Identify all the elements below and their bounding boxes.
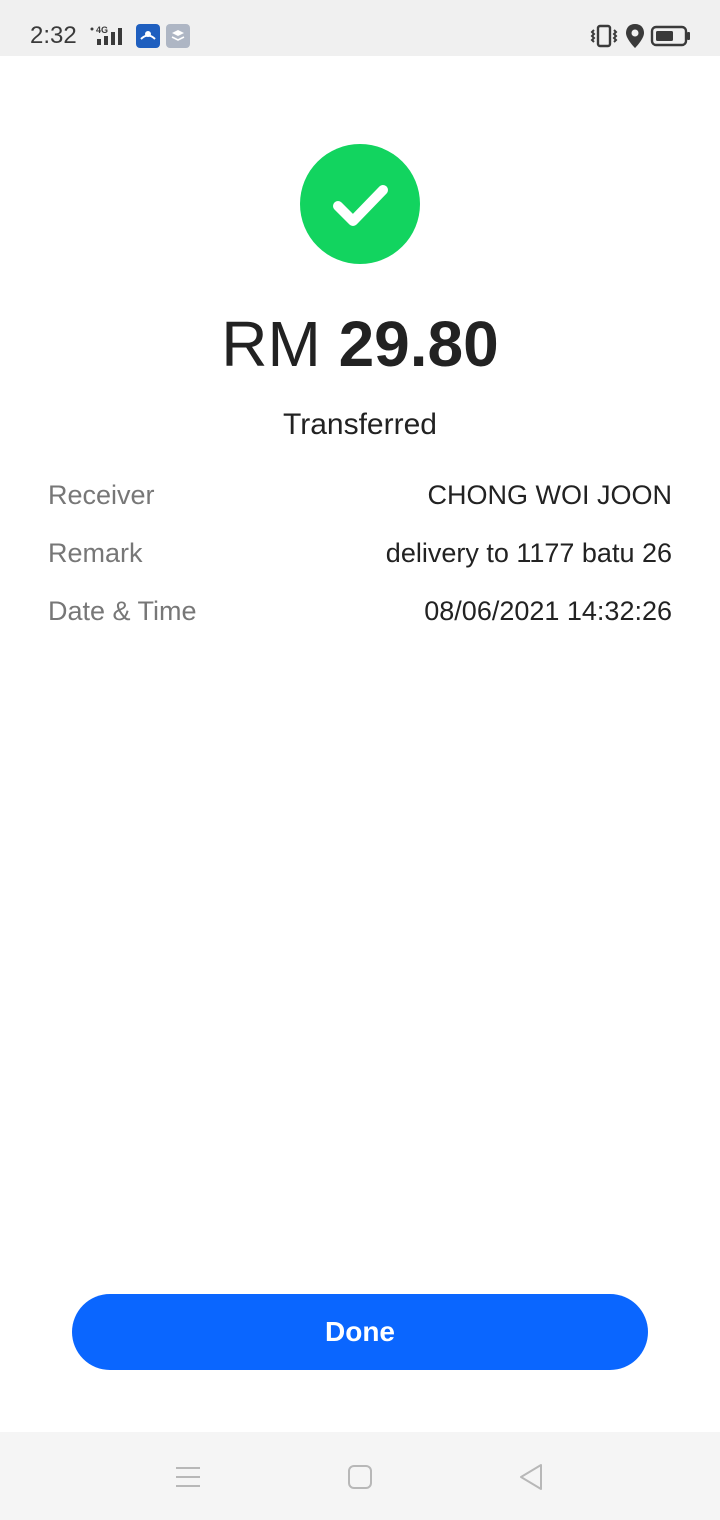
transfer-amount: RM 29.80 bbox=[0, 304, 720, 384]
location-icon bbox=[626, 24, 644, 48]
detail-row-remark: Remark delivery to 1177 batu 26 bbox=[48, 533, 672, 573]
svg-text:4G: 4G bbox=[96, 25, 108, 35]
transfer-receipt-screen: 2:32 4G RM 29.80 Transferred Receiver CH… bbox=[0, 0, 720, 1520]
menu-icon[interactable] bbox=[173, 1462, 203, 1492]
success-check-icon bbox=[300, 144, 420, 264]
amount-currency: RM bbox=[221, 308, 321, 380]
transfer-status: Transferred bbox=[283, 408, 437, 441]
done-button[interactable]: Done bbox=[72, 1294, 648, 1370]
detail-row-datetime: Date & Time 08/06/2021 14:32:26 bbox=[48, 591, 672, 631]
amount-value: 29.80 bbox=[338, 308, 499, 380]
detail-label: Date & Time bbox=[48, 596, 197, 626]
status-time: 2:32 bbox=[30, 22, 77, 49]
detail-row-receiver: Receiver CHONG WOI JOON bbox=[48, 475, 672, 515]
status-bar: 2:32 4G bbox=[0, 0, 720, 56]
battery-icon bbox=[650, 25, 690, 47]
app-notification-icon bbox=[136, 24, 160, 48]
detail-label: Receiver bbox=[48, 480, 155, 510]
navigation-bar bbox=[0, 1432, 720, 1520]
vibrate-icon bbox=[590, 24, 618, 48]
detail-label: Remark bbox=[48, 538, 143, 568]
detail-value: CHONG WOI JOON bbox=[427, 480, 673, 510]
app-layers-icon bbox=[166, 24, 190, 48]
detail-value: delivery to 1177 batu 26 bbox=[385, 538, 672, 568]
detail-value: 08/06/2021 14:32:26 bbox=[424, 596, 672, 626]
signal-icon: 4G bbox=[90, 25, 122, 45]
home-icon[interactable] bbox=[345, 1462, 375, 1492]
back-icon[interactable] bbox=[516, 1462, 546, 1492]
